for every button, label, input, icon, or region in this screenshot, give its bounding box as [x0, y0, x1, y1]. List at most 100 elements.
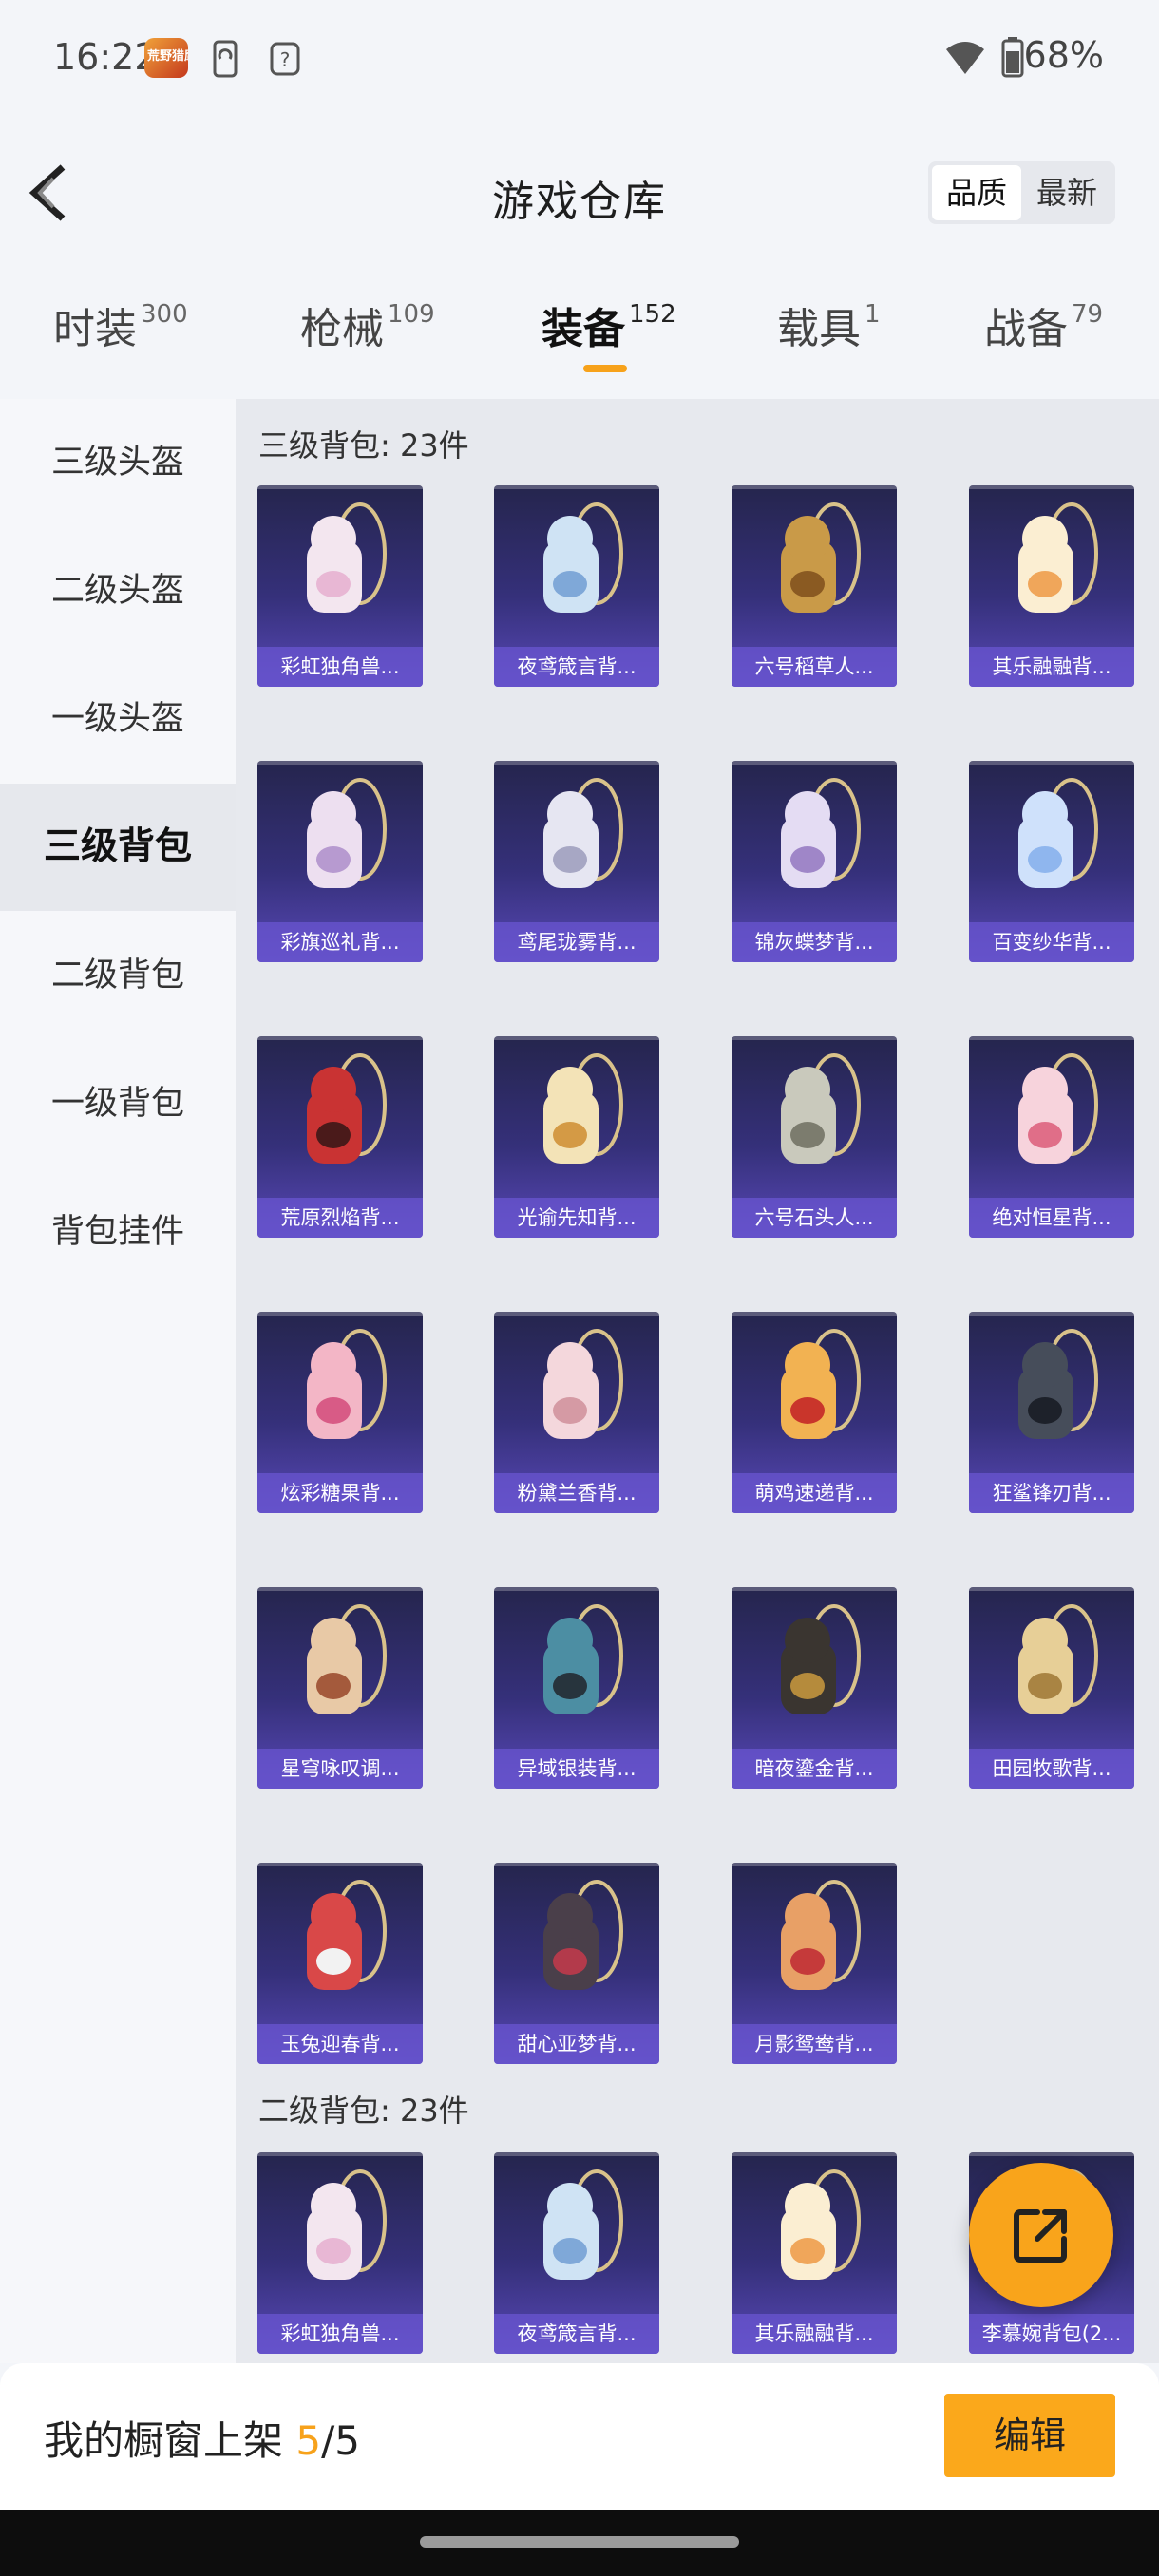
item-name: 夜鸢箴言背... [494, 647, 659, 687]
item-name: 星穹咏叹调... [257, 1749, 423, 1789]
item-card[interactable]: 光谕先知背... [494, 1036, 659, 1238]
crystal-backpack-image [543, 778, 623, 888]
item-card[interactable]: 其乐融融背... [732, 2152, 897, 2354]
header: 游戏仓库 品质 最新 [0, 142, 1159, 247]
unicorn-backpack-image [307, 2169, 387, 2280]
item-card[interactable]: 百变纱华背... [969, 761, 1134, 962]
item-card[interactable]: 荒原烈焰背... [257, 1036, 423, 1238]
item-name: 田园牧歌背... [969, 1749, 1134, 1789]
item-card[interactable]: 狂鲨锋刃背... [969, 1312, 1134, 1513]
status-time: 16:22 [53, 36, 158, 78]
item-name: 甜心亚梦背... [494, 2024, 659, 2064]
item-name: 李慕婉背包(2... [969, 2314, 1134, 2354]
stone-backpack-image [781, 1053, 861, 1164]
item-name: 荒原烈焰背... [257, 1198, 423, 1238]
item-card[interactable]: 夜鸢箴言背... [494, 2152, 659, 2354]
share-button[interactable] [969, 2163, 1113, 2307]
item-card[interactable]: 星穹咏叹调... [257, 1587, 423, 1789]
phone-sync-icon [213, 40, 238, 78]
item-card[interactable]: 月影鸳鸯背... [732, 1863, 897, 2064]
category-tabs: 时装 300 枪械 109 装备 152 载具 1 战备 79 [0, 294, 1159, 389]
item-card[interactable]: 田园牧歌背... [969, 1587, 1134, 1789]
battery-percent: 68% [1023, 34, 1104, 76]
sort-by-quality-button[interactable]: 品质 [932, 165, 1021, 220]
sidebar-item-level2-backpack[interactable]: 二级背包 [0, 912, 236, 1039]
item-name: 光谕先知背... [494, 1198, 659, 1238]
tab-label: 载具 [777, 305, 861, 353]
sort-toggle: 品质 最新 [928, 161, 1115, 224]
tab-label: 战备 [984, 305, 1068, 353]
item-name: 异域银装背... [494, 1749, 659, 1789]
item-name: 萌鸡速递背... [732, 1473, 897, 1513]
tab-count: 109 [388, 300, 435, 329]
pink-backpack-image [543, 1329, 623, 1439]
wifi-icon [946, 42, 984, 74]
svg-text:?: ? [280, 48, 291, 71]
item-card[interactable]: 甜心亚梦背... [494, 1863, 659, 2064]
item-card[interactable]: 暗夜鎏金背... [732, 1587, 897, 1789]
item-name: 狂鲨锋刃背... [969, 1473, 1134, 1513]
item-card[interactable]: 异域银装背... [494, 1587, 659, 1789]
edit-button[interactable]: 编辑 [944, 2394, 1115, 2477]
flower-backpack-image [1018, 778, 1098, 888]
tab-label: 枪械 [300, 305, 384, 353]
cake-backpack-image [781, 2169, 861, 2280]
item-name: 绝对恒星背... [969, 1198, 1134, 1238]
item-name: 彩虹独角兽... [257, 2314, 423, 2354]
showcase-total-count: /5 [321, 2417, 360, 2464]
sidebar-item-level2-helmet[interactable]: 二级头盔 [0, 527, 236, 654]
item-card[interactable]: 绝对恒星背... [969, 1036, 1134, 1238]
battery-icon [1001, 37, 1024, 78]
dark-backpack-image [781, 1604, 861, 1714]
tab-vehicles[interactable]: 载具 1 [777, 294, 881, 355]
chick-backpack-image [781, 1329, 861, 1439]
item-name: 锦灰蝶梦背... [732, 922, 897, 962]
sidebar-item-level1-helmet[interactable]: 一级头盔 [0, 655, 236, 783]
quilted-backpack-image [543, 1880, 623, 1990]
sidebar-item-level1-backpack[interactable]: 一级背包 [0, 1040, 236, 1167]
item-card[interactable]: 彩旗巡礼背... [257, 761, 423, 962]
showcase-bar: 我的橱窗上架 5/5 编辑 [0, 2363, 1159, 2510]
showcase-label: 我的橱窗上架 [44, 2417, 284, 2464]
sidebar-item-level3-helmet[interactable]: 三级头盔 [0, 399, 236, 526]
scarecrow-backpack-image [781, 502, 861, 613]
red-backpack-image [307, 1880, 387, 1990]
item-grid-area[interactable]: 三级背包: 23件 二级背包: 23件 彩虹独角兽... 夜鸢箴言背... 六号稻草… [236, 399, 1159, 2363]
showcase-status: 我的橱窗上架 5/5 [44, 2409, 360, 2467]
item-card[interactable]: 粉黛兰香背... [494, 1312, 659, 1513]
bunny-backpack-image [307, 1604, 387, 1714]
tab-equipment[interactable]: 装备 152 [542, 294, 676, 355]
home-gesture-bar[interactable] [420, 2536, 739, 2548]
item-card[interactable]: 六号石头人... [732, 1036, 897, 1238]
sidebar: 三级头盔 二级头盔 一级头盔 三级背包 二级背包 一级背包 背包挂件 [0, 399, 236, 2363]
item-name: 鸢尾珑雾背... [494, 922, 659, 962]
item-card[interactable]: 六号稻草人... [732, 485, 897, 687]
tab-fashion[interactable]: 时装 300 [53, 294, 188, 355]
item-card[interactable]: 炫彩糖果背... [257, 1312, 423, 1513]
item-card[interactable]: 玉兔迎春背... [257, 1863, 423, 2064]
sort-by-newest-button[interactable]: 最新 [1022, 165, 1112, 220]
item-card[interactable]: 彩虹独角兽... [257, 485, 423, 687]
donut-backpack-image [307, 1329, 387, 1439]
section-header: 三级背包: 23件 [258, 427, 469, 464]
tab-count: 300 [141, 300, 188, 329]
popcorn-backpack-image [1018, 1053, 1098, 1164]
share-icon [1014, 2209, 1067, 2263]
section-header: 二级背包: 23件 [258, 2093, 469, 2129]
item-name: 玉兔迎春背... [257, 2024, 423, 2064]
sidebar-item-level3-backpack[interactable]: 三级背包 [0, 784, 236, 911]
active-tab-indicator [583, 365, 627, 372]
flame-backpack-image [307, 1053, 387, 1164]
item-card[interactable]: 夜鸢箴言背... [494, 485, 659, 687]
item-card[interactable]: 彩虹独角兽... [257, 2152, 423, 2354]
item-card[interactable]: 锦灰蝶梦背... [732, 761, 897, 962]
sidebar-item-backpack-charm[interactable]: 背包挂件 [0, 1168, 236, 1296]
tab-count: 79 [1072, 300, 1104, 329]
item-card[interactable]: 其乐融融背... [969, 485, 1134, 687]
item-name: 百变纱华背... [969, 922, 1134, 962]
tab-guns[interactable]: 枪械 109 [300, 294, 435, 355]
item-card[interactable]: 鸢尾珑雾背... [494, 761, 659, 962]
basket-backpack-image [1018, 1604, 1098, 1714]
tab-supplies[interactable]: 战备 79 [984, 294, 1103, 355]
item-card[interactable]: 萌鸡速递背... [732, 1312, 897, 1513]
